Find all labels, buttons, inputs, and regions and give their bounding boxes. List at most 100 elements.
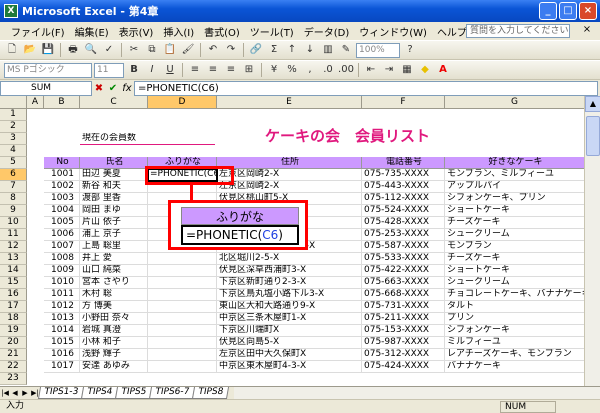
next-sheet-icon[interactable]: ▶ bbox=[20, 389, 30, 397]
row-header[interactable]: 6 bbox=[0, 169, 27, 181]
table-cell[interactable]: 安達 あゆみ bbox=[80, 361, 148, 373]
table-cell[interactable]: 小野田 奈々 bbox=[80, 313, 148, 325]
menu-data[interactable]: データ(D) bbox=[299, 24, 355, 39]
table-cell[interactable]: 1003 bbox=[44, 193, 80, 205]
row-header[interactable]: 3 bbox=[0, 133, 27, 145]
column-header[interactable]: D bbox=[148, 96, 217, 109]
row-header[interactable]: 7 bbox=[0, 181, 27, 193]
table-cell[interactable]: 渡部 里香 bbox=[80, 193, 148, 205]
scroll-up-icon[interactable]: ▲ bbox=[585, 96, 600, 112]
table-cell[interactable]: 075-424-XXXX bbox=[362, 361, 445, 373]
table-header-cell[interactable]: 氏名 bbox=[80, 157, 148, 169]
table-cell[interactable]: レアチーズケーキ、モンブラン bbox=[445, 349, 585, 361]
horizontal-scrollbar[interactable] bbox=[234, 387, 600, 399]
table-cell[interactable]: 山口 純菜 bbox=[80, 265, 148, 277]
table-cell[interactable] bbox=[148, 361, 217, 373]
sort-asc-icon[interactable]: ↑ bbox=[284, 42, 300, 58]
percent-icon[interactable]: % bbox=[284, 62, 300, 78]
scroll-thumb[interactable] bbox=[586, 116, 600, 156]
decrease-indent-icon[interactable]: ⇤ bbox=[363, 62, 379, 78]
menu-tools[interactable]: ツール(T) bbox=[245, 24, 299, 39]
row-header[interactable]: 15 bbox=[0, 277, 27, 289]
row-header[interactable]: 14 bbox=[0, 265, 27, 277]
table-cell[interactable]: シフォンケーキ bbox=[445, 325, 585, 337]
row-header[interactable]: 20 bbox=[0, 337, 27, 349]
column-header[interactable]: B bbox=[44, 96, 80, 109]
table-cell[interactable] bbox=[148, 277, 217, 289]
menu-edit[interactable]: 編集(E) bbox=[70, 24, 114, 39]
table-cell[interactable]: 1006 bbox=[44, 229, 80, 241]
table-cell[interactable]: 左京区岡崎2-X bbox=[217, 181, 362, 193]
tab-tips6-7[interactable]: TIPS6-7 bbox=[149, 387, 196, 399]
table-cell[interactable]: 1012 bbox=[44, 301, 80, 313]
table-cell[interactable]: チーズケーキ bbox=[445, 217, 585, 229]
table-header-cell[interactable]: 好きなケーキ bbox=[445, 157, 585, 169]
row-header[interactable]: 1 bbox=[0, 109, 27, 121]
cancel-icon[interactable]: ✖ bbox=[92, 83, 106, 94]
tab-tips4[interactable]: TIPS4 bbox=[80, 387, 119, 399]
drawing-icon[interactable]: ✎ bbox=[338, 42, 354, 58]
column-header[interactable]: E bbox=[217, 96, 362, 109]
row-header[interactable]: 4 bbox=[0, 145, 27, 157]
table-cell[interactable]: 岩城 真澄 bbox=[80, 325, 148, 337]
sort-desc-icon[interactable]: ↓ bbox=[302, 42, 318, 58]
column-header[interactable]: A bbox=[27, 96, 44, 109]
table-cell[interactable]: ミルフィーユ bbox=[445, 337, 585, 349]
table-cell[interactable]: 方 博美 bbox=[80, 301, 148, 313]
row-header[interactable]: 13 bbox=[0, 253, 27, 265]
table-cell[interactable] bbox=[148, 349, 217, 361]
table-cell[interactable]: 1014 bbox=[44, 325, 80, 337]
tab-tips5[interactable]: TIPS5 bbox=[114, 387, 153, 399]
row-header[interactable]: 22 bbox=[0, 361, 27, 373]
menu-file[interactable]: ファイル(F) bbox=[6, 24, 70, 39]
row-header[interactable]: 5 bbox=[0, 157, 27, 169]
spell-icon[interactable]: ✓ bbox=[101, 42, 117, 58]
row-header[interactable]: 2 bbox=[0, 121, 27, 133]
underline-icon[interactable]: U bbox=[162, 62, 178, 78]
increase-indent-icon[interactable]: ⇥ bbox=[381, 62, 397, 78]
column-header[interactable]: C bbox=[80, 96, 148, 109]
font-color-icon[interactable]: A bbox=[435, 62, 451, 78]
table-cell[interactable]: 075-443-XXXX bbox=[362, 181, 445, 193]
table-cell[interactable]: 1001 bbox=[44, 169, 80, 181]
table-cell[interactable]: アップルパイ bbox=[445, 181, 585, 193]
row-header[interactable]: 16 bbox=[0, 289, 27, 301]
table-cell[interactable] bbox=[148, 253, 217, 265]
table-cell[interactable]: ショートケーキ bbox=[445, 265, 585, 277]
table-cell[interactable]: 075-533-XXXX bbox=[362, 253, 445, 265]
minimize-button[interactable]: _ bbox=[539, 2, 557, 20]
table-cell[interactable]: ショートケーキ bbox=[445, 205, 585, 217]
table-cell[interactable]: 1007 bbox=[44, 241, 80, 253]
copy-icon[interactable]: ⧉ bbox=[144, 42, 160, 58]
row-header[interactable]: 19 bbox=[0, 325, 27, 337]
table-cell[interactable]: 宮本 さやり bbox=[80, 277, 148, 289]
table-cell[interactable]: 新谷 和夫 bbox=[80, 181, 148, 193]
row-header[interactable]: 8 bbox=[0, 193, 27, 205]
row-header[interactable]: 17 bbox=[0, 301, 27, 313]
table-header-cell[interactable]: 住所 bbox=[217, 157, 362, 169]
undo-icon[interactable]: ↶ bbox=[205, 42, 221, 58]
table-cell[interactable]: チョコレートケーキ、バナナケーキ bbox=[445, 289, 585, 301]
table-cell[interactable]: 中京区東木屋町4-3-X bbox=[217, 361, 362, 373]
close-button[interactable]: × bbox=[579, 2, 597, 20]
table-cell[interactable]: 1008 bbox=[44, 253, 80, 265]
table-cell[interactable]: 伏見区深草西浦町3-X bbox=[217, 265, 362, 277]
table-cell[interactable]: 小林 和子 bbox=[80, 337, 148, 349]
formula-input[interactable]: =PHONETIC(C6) bbox=[134, 80, 598, 96]
table-cell[interactable]: シュークリーム bbox=[445, 229, 585, 241]
menu-insert[interactable]: 挿入(I) bbox=[158, 24, 199, 39]
table-cell[interactable]: 075-524-XXXX bbox=[362, 205, 445, 217]
table-cell[interactable]: 浅野 輝子 bbox=[80, 349, 148, 361]
table-cell[interactable]: シフォンケーキ、プリン bbox=[445, 193, 585, 205]
italic-icon[interactable]: I bbox=[144, 62, 160, 78]
insert-function-icon[interactable]: fx bbox=[120, 83, 134, 94]
help-search-input[interactable]: 質問を入力してください bbox=[466, 24, 570, 38]
table-cell[interactable]: シュークリーム bbox=[445, 277, 585, 289]
chart-icon[interactable]: ▥ bbox=[320, 42, 336, 58]
table-cell[interactable]: モンブラン、ミルフィーユ bbox=[445, 169, 585, 181]
table-cell[interactable]: 075-668-XXXX bbox=[362, 289, 445, 301]
table-cell[interactable] bbox=[148, 301, 217, 313]
table-cell[interactable]: 岡田 まゆ bbox=[80, 205, 148, 217]
bold-icon[interactable]: B bbox=[126, 62, 142, 78]
menu-window[interactable]: ウィンドウ(W) bbox=[354, 24, 432, 39]
